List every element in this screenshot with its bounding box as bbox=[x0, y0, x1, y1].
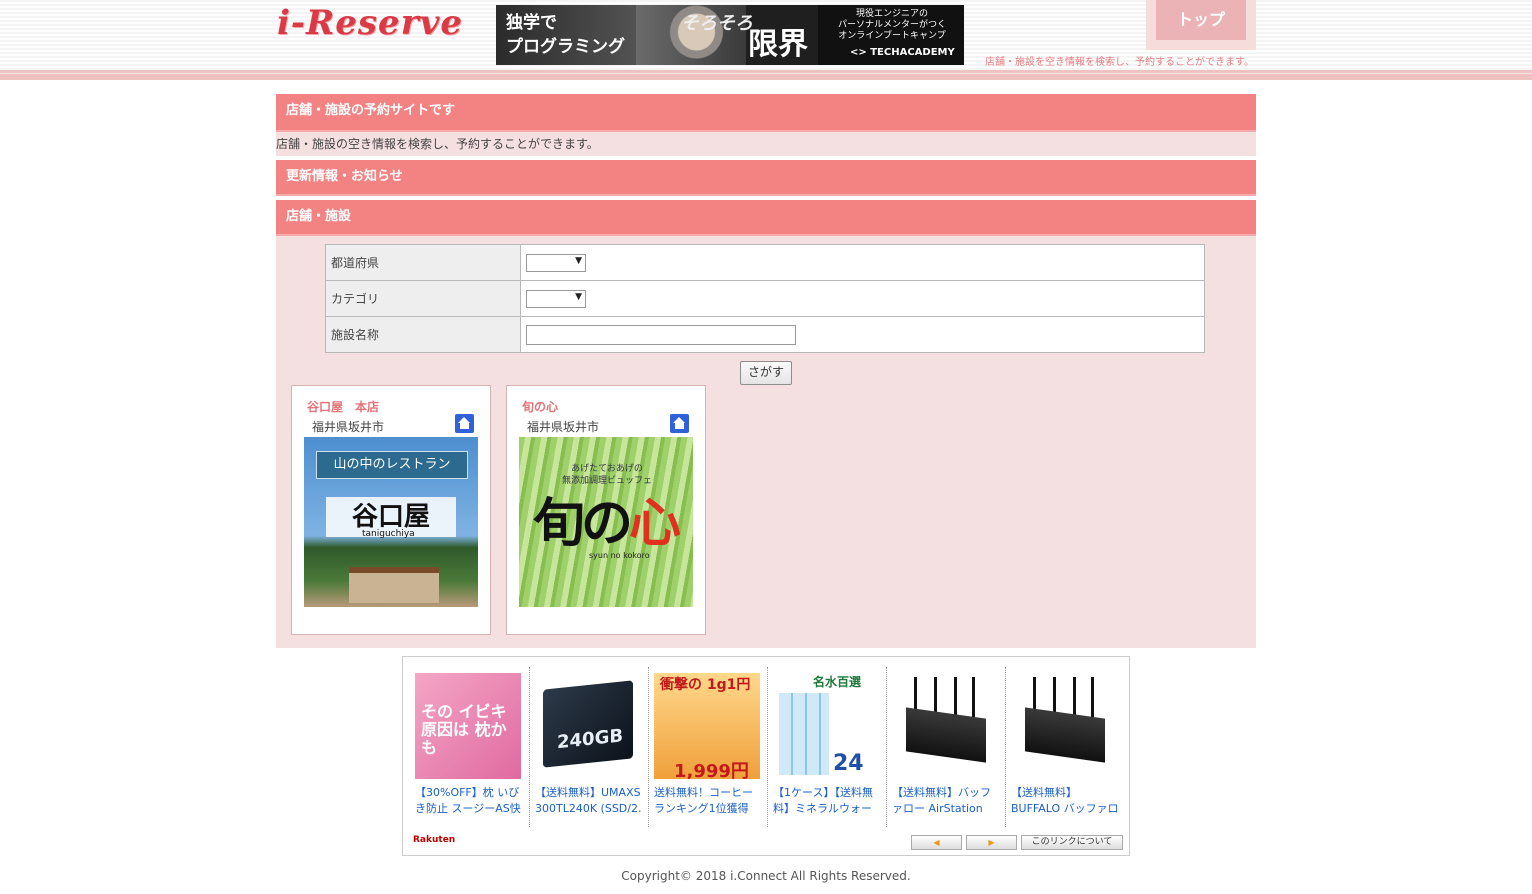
category-select[interactable] bbox=[526, 289, 586, 308]
ad-item[interactable]: 240GB 【送料無料】UMAXS 300TL240K (SSD/2. bbox=[535, 673, 643, 817]
prefecture-label: 都道府県 bbox=[325, 244, 521, 281]
ad-caption-link[interactable]: 【1ケース】【送料無料】ミネラルウォータ bbox=[773, 785, 881, 817]
ad-banner[interactable]: 独学で プログラミング そろそろ 限界 現役エンジニアの パーソナルメンターがつ… bbox=[496, 5, 964, 65]
ad-divider bbox=[648, 667, 650, 827]
facility-name-link[interactable]: 谷口屋 本店 bbox=[307, 398, 379, 415]
top-nav-container: トップ bbox=[1146, 0, 1256, 50]
site-logo[interactable]: i-Reserve bbox=[277, 3, 463, 43]
facility-card: 谷口屋 本店 福井県坂井市 山の中のレストラン 谷口屋 taniguchiya bbox=[291, 385, 491, 635]
intro-text: 店舗・施設の空き情報を検索し、予約することができます。 bbox=[276, 132, 1256, 156]
rakuten-ad-box: その イビキ 原因は 枕かも 【30%OFF】枕 いびき防止 スージーAS快 2… bbox=[402, 656, 1130, 856]
facility-name-label: 施設名称 bbox=[325, 316, 521, 353]
facility-photo[interactable]: 山の中のレストラン 谷口屋 taniguchiya bbox=[304, 437, 478, 607]
facility-area: 福井県坂井市 bbox=[312, 420, 385, 434]
banner-limit-text: 限界 bbox=[748, 27, 808, 62]
site-header: i-Reserve 独学で プログラミング そろそろ 限界 現役エンジニアの パ… bbox=[0, 0, 1532, 70]
main-content: 店舗・施設の予約サイトです 店舗・施設の空き情報を検索し、予約することができます… bbox=[276, 94, 1256, 648]
home-icon[interactable] bbox=[670, 414, 689, 433]
prefecture-row: 都道府県 bbox=[325, 244, 1205, 281]
ad-prev-button[interactable]: ◀ bbox=[911, 835, 962, 850]
banner-main-text: 独学で プログラミング bbox=[506, 13, 625, 57]
ad-item[interactable]: 【送料無料】バッファロー AirStation WXR bbox=[892, 673, 1000, 817]
header-band-line bbox=[0, 73, 1532, 74]
news-heading[interactable]: 更新情報・お知らせ bbox=[276, 160, 1256, 196]
ad-image: 240GB bbox=[535, 673, 641, 779]
ad-next-button[interactable]: ▶ bbox=[966, 835, 1017, 850]
header-tagline: 店舗・施設を空き情報を検索し、予約することができます。 bbox=[985, 57, 1254, 68]
facility-area: 福井県坂井市 bbox=[527, 420, 600, 434]
ad-image: 衝撃の 1g1円 1,999円 bbox=[654, 673, 760, 779]
ad-caption-link[interactable]: 【送料無料】BUFFALO バッファロ�� bbox=[1011, 785, 1119, 817]
banner-punch-text: そろそろ bbox=[681, 13, 753, 34]
ad-divider bbox=[529, 667, 531, 827]
search-panel: 都道府県 カテゴリ 施設名称 さがす 谷口屋 本店 福井県坂 bbox=[276, 236, 1256, 648]
router-image bbox=[892, 673, 998, 779]
rakuten-logo[interactable]: Rakuten bbox=[413, 835, 455, 845]
copyright: Copyright© 2018 i.Connect All Rights Res… bbox=[621, 869, 911, 883]
facility-name-row: 施設名称 bbox=[325, 316, 1205, 353]
facilities-heading: 店舗・施設 bbox=[276, 200, 1256, 236]
ad-image: 名水百選 24本 bbox=[773, 673, 879, 779]
ad-item[interactable]: 名水百選 24本 【1ケース】【送料無料】ミネラルウォータ bbox=[773, 673, 881, 817]
prefecture-select[interactable] bbox=[526, 253, 586, 272]
header-band bbox=[0, 70, 1532, 80]
banner-brand: <> TECHACADEMY bbox=[850, 47, 955, 58]
ad-item[interactable]: その イビキ 原因は 枕かも 【30%OFF】枕 いびき防止 スージーAS快 bbox=[415, 673, 523, 817]
category-label: カテゴリ bbox=[325, 280, 521, 317]
ad-item[interactable]: 衝撃の 1g1円 1,999円 送料無料！コーヒーランキング1位獲得 bbox=[654, 673, 762, 817]
intro-heading: 店舗・施設の予約サイトです bbox=[276, 94, 1256, 132]
ad-caption-link[interactable]: 【30%OFF】枕 いびき防止 スージーAS快 bbox=[415, 785, 523, 817]
ad-caption-link[interactable]: 送料無料！コーヒーランキング1位獲得 bbox=[654, 785, 762, 817]
ad-divider bbox=[767, 667, 769, 827]
ad-divider bbox=[1005, 667, 1007, 827]
building-graphic bbox=[349, 567, 439, 603]
banner-sub-text: 現役エンジニアの パーソナルメンターがつく オンラインブートキャンプ bbox=[837, 9, 946, 41]
ad-caption-link[interactable]: 【送料無料】バッファロー AirStation WXR bbox=[892, 785, 1000, 817]
facility-name-input[interactable] bbox=[526, 324, 796, 345]
top-button[interactable]: トップ bbox=[1156, 0, 1246, 40]
search-form-table: 都道府県 カテゴリ 施設名称 bbox=[325, 244, 1205, 353]
facility-name-link[interactable]: 旬の心 bbox=[522, 398, 558, 415]
ad-caption-link[interactable]: 【送料無料】UMAXS 300TL240K (SSD/2. bbox=[535, 785, 643, 817]
ad-divider bbox=[886, 667, 888, 827]
router-image bbox=[1011, 673, 1117, 779]
facility-photo[interactable]: あげたておあげの 無添加調理ビュッフェ 旬の心 syun no kokoro bbox=[519, 437, 693, 607]
ad-image: その イビキ 原因は 枕かも bbox=[415, 673, 521, 779]
ad-about-link[interactable]: このリンクについて bbox=[1021, 835, 1123, 850]
ad-item[interactable]: 【送料無料】BUFFALO バッファロ�� bbox=[1011, 673, 1119, 817]
search-button[interactable]: さがす bbox=[740, 361, 792, 385]
facility-card: 旬の心 福井県坂井市 あげたておあげの 無添加調理ビュッフェ 旬の心 syun … bbox=[506, 385, 706, 635]
category-row: カテゴリ bbox=[325, 280, 1205, 317]
home-icon[interactable] bbox=[455, 414, 474, 433]
